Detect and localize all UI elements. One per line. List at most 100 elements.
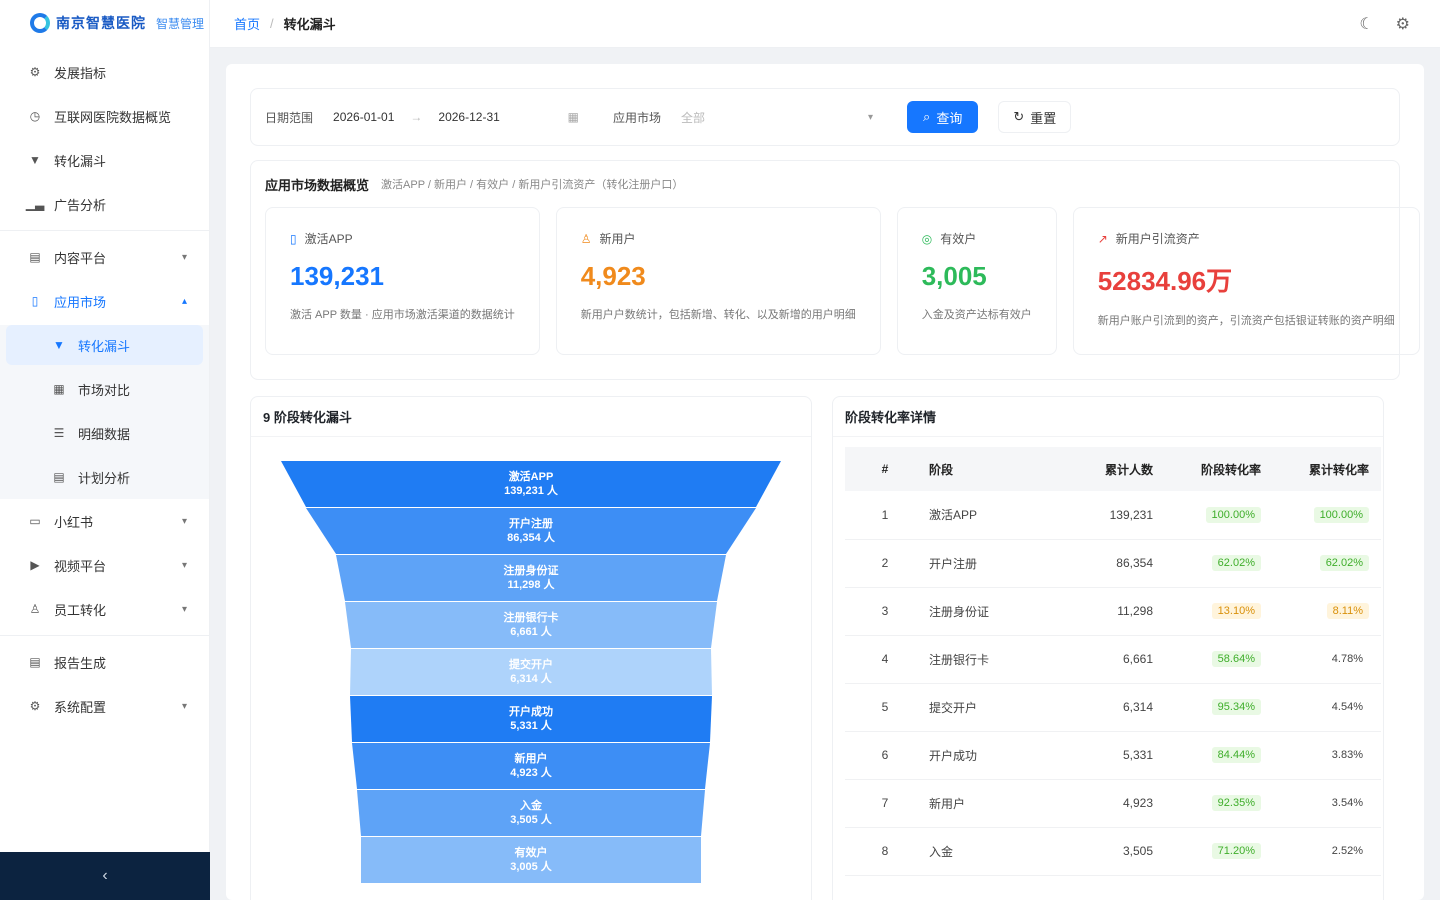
sidebar-item-app-market[interactable]: ▯ 应用市场 ▴: [0, 279, 209, 323]
sidebar-item-market-compare[interactable]: ▦ 市场对比: [0, 367, 209, 411]
doc-icon: ▤: [53, 470, 65, 484]
sidebar-item-funnel-sub[interactable]: ▼ 转化漏斗: [6, 325, 203, 365]
funnel-stage: 有效户 3,005 人: [361, 837, 701, 883]
table-cell: 58.64%: [1165, 635, 1273, 684]
table-header-row: # 阶段 累计人数 阶段转化率 累计转化率: [845, 447, 1381, 491]
query-button[interactable]: ⌕ 查询: [907, 101, 979, 133]
table-cell: 2.52%: [1272, 827, 1381, 876]
sidebar-item-label: 转化漏斗: [78, 338, 131, 354]
table-row: 2 开户注册 86,354 62.02% 62.02%: [845, 539, 1381, 588]
table-row: 3 注册身份证 11,298 13.10% 8.11%: [845, 587, 1381, 636]
refresh-icon: ↻: [1013, 109, 1025, 124]
table-cell: 92.35%: [1165, 779, 1273, 828]
end-date[interactable]: 2026-12-31: [438, 110, 499, 124]
sidebar-item-ads[interactable]: ▁▃ 广告分析: [0, 182, 209, 226]
funnel-panel: 9 阶段转化漏斗 激活APP 139,231 人开户注册 86,354 人注册身份证…: [250, 396, 812, 900]
funnel-stage: 激活APP 139,231 人: [281, 461, 781, 507]
sidebar-item-label: 计划分析: [78, 470, 131, 486]
stat-card-activated: ▯ 激活APP 139,231 激活 APP 数量 · 应用市场激活渠道的数据统计: [265, 207, 540, 355]
funnel-chart: 激活APP 139,231 人开户注册 86,354 人注册身份证 11,298 人注…: [261, 437, 801, 900]
rate-tag: 13.10%: [1211, 603, 1261, 619]
sidebar-item-detail[interactable]: ☰ 明细数据: [0, 411, 209, 455]
collapse-sidebar-button[interactable]: ‹: [0, 852, 210, 900]
funnel-stage-count: 3,005 人: [510, 861, 552, 873]
table-cell: 注册银行卡: [925, 635, 1075, 684]
divider: [0, 230, 209, 231]
table-cell: 6,314: [1075, 683, 1165, 732]
col-header: #: [845, 447, 925, 491]
rate-tag: 3.83%: [1331, 749, 1363, 761]
stat-card-assets: ↗ 新用户引流资产 52834.96万 新用户账户引流到的资产，引流资产包括银证转…: [1072, 207, 1420, 355]
overview-section: 应用市场数据概览 激活APP / 新用户 / 有效户 / 新用户引流资产（转化注…: [250, 160, 1420, 380]
table-cell: 4: [845, 635, 925, 684]
divider: [0, 635, 209, 636]
reset-button[interactable]: ↻ 重置: [998, 101, 1072, 133]
sidebar-item-label: 广告分析: [54, 197, 107, 213]
funnel-stage: 入金 3,505 人: [357, 790, 705, 836]
stat-card-valid-users: ◎ 有效户 3,005 入金及资产达标有效户: [896, 207, 1057, 355]
rate-tag: 2.52%: [1331, 845, 1363, 857]
funnel-stage-count: 6,314 人: [510, 673, 552, 685]
sidebar-item-plan[interactable]: ▤ 计划分析: [0, 455, 209, 499]
funnel-stage: 新用户 4,923 人: [352, 743, 710, 789]
funnel-stage-name: 注册银行卡: [503, 612, 559, 624]
stat-value: 139,231: [290, 261, 384, 291]
col-header: 累计转化率: [1272, 447, 1381, 491]
table-row: 8 入金 3,505 71.20% 2.52%: [845, 827, 1381, 876]
table-cell: 5: [845, 683, 925, 732]
sidebar-item-funnel[interactable]: ▼ 转化漏斗: [0, 138, 209, 182]
sidebar-item-dev-metrics[interactable]: ⚙ 发展指标: [0, 50, 209, 94]
table-cell: 7: [845, 779, 925, 828]
table-cell: 100.00%: [1165, 491, 1273, 540]
chevron-left-icon: ‹: [102, 867, 108, 884]
table-cell: 3: [845, 587, 925, 636]
table-cell: 3,505: [1075, 827, 1165, 876]
funnel-stage-name: 入金: [520, 800, 542, 812]
date-range-picker[interactable]: 2026-01-01 → 2026-12-31 ▦: [323, 101, 589, 133]
sidebar-item-label: 内容平台: [54, 250, 107, 266]
rate-tag: 4.54%: [1331, 701, 1363, 713]
table-row: 7 新用户 4,923 92.35% 3.54%: [845, 779, 1381, 828]
start-date[interactable]: 2026-01-01: [333, 110, 394, 124]
table-cell: 5,331: [1075, 731, 1165, 780]
phone-icon: ▯: [31, 294, 39, 308]
sidebar-item-settings[interactable]: ⚙ 系统配置 ▾: [0, 684, 209, 728]
breadcrumb-home[interactable]: 首页: [234, 14, 260, 33]
table-row: 6 开户成功 5,331 84.44% 3.83%: [845, 731, 1381, 780]
table-cell: 入金: [925, 827, 1075, 876]
sidebar-item-label: 转化漏斗: [54, 153, 107, 169]
col-header: 阶段: [925, 447, 1075, 491]
table-cell: 8: [845, 827, 925, 876]
funnel-stage-count: 5,331 人: [510, 720, 552, 732]
logo: 南京智慧医院 智慧管理: [0, 0, 209, 46]
query-button-label: 查询: [936, 110, 963, 126]
sidebar-item-report[interactable]: ▤ 报告生成: [0, 640, 209, 684]
funnel-stage-name: 开户成功: [509, 706, 553, 718]
doc-icon: ▤: [29, 655, 41, 669]
rate-tag: 62.02%: [1211, 555, 1261, 571]
settings-icon[interactable]: ⚙: [1396, 14, 1410, 34]
funnel-stage-name: 有效户: [514, 847, 548, 859]
funnel-stage: 提交开户 6,314 人: [350, 649, 712, 695]
doc-icon: ▤: [29, 250, 41, 264]
market-select-placeholder: 全部: [681, 110, 706, 125]
funnel-stage-name: 激活APP: [508, 471, 554, 483]
moon-icon[interactable]: ☾: [1359, 14, 1373, 34]
stat-desc: 入金及资产达标有效户: [921, 309, 1032, 321]
funnel-stage: 开户注册 86,354 人: [306, 508, 756, 554]
sidebar-item-overview[interactable]: ◷ 互联网医院数据概览: [0, 94, 209, 138]
sidebar-item-content[interactable]: ▤ 内容平台 ▾: [0, 235, 209, 279]
overview-desc: 激活APP / 新用户 / 有效户 / 新用户引流资产（转化注册户口）: [381, 179, 684, 191]
sidebar-item-video[interactable]: ▶ 视频平台 ▾: [0, 543, 209, 587]
rate-tag: 71.20%: [1211, 843, 1261, 859]
stat-value: 3,005: [921, 261, 987, 291]
reset-button-label: 重置: [1030, 110, 1057, 126]
breadcrumb-separator: /: [270, 16, 274, 31]
table-cell: 4.78%: [1272, 635, 1381, 684]
sidebar-item-xiaohongshu[interactable]: ▭ 小红书 ▾: [0, 499, 209, 543]
market-select[interactable]: 全部 ▾: [671, 101, 883, 133]
funnel-stage: 注册银行卡 6,661 人: [345, 602, 717, 648]
brand-name: 南京智慧医院: [56, 15, 146, 31]
user-icon: ♙: [29, 602, 41, 616]
sidebar-item-staff[interactable]: ♙ 员工转化 ▾: [0, 587, 209, 631]
